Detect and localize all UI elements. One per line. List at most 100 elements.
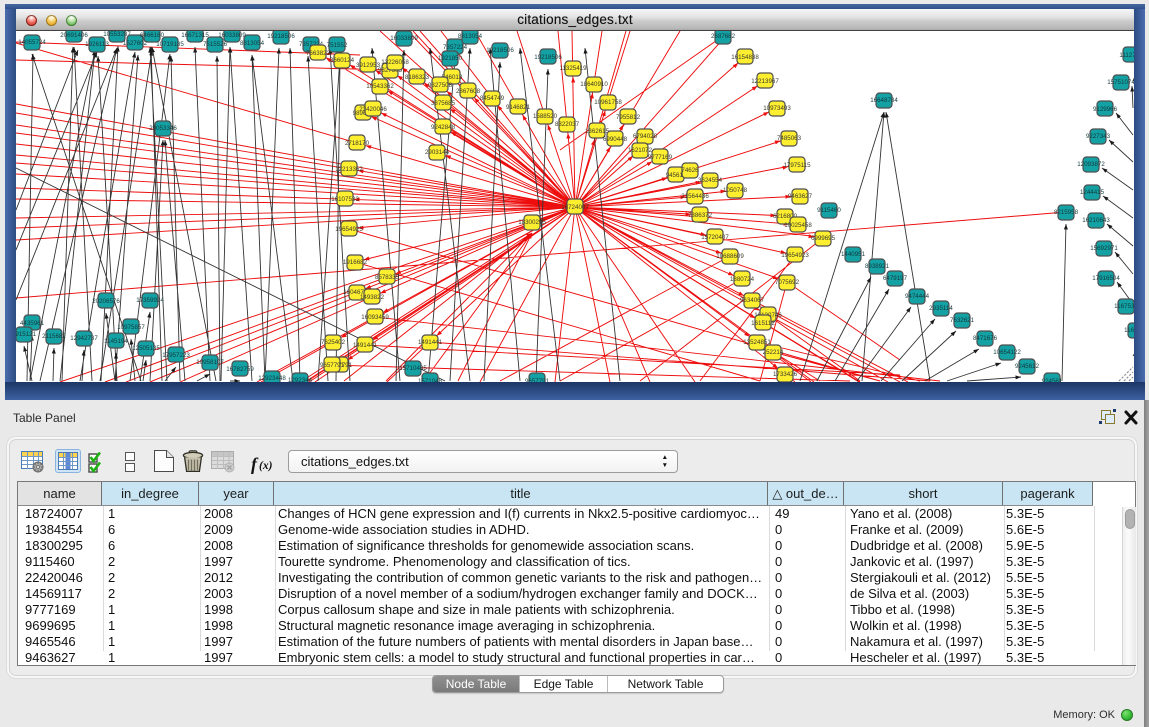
svg-text:8938921: 8938921 xyxy=(865,263,890,270)
svg-text:1733426: 1733426 xyxy=(773,371,798,378)
svg-text:2935114: 2935114 xyxy=(929,305,953,312)
svg-text:8813054: 8813054 xyxy=(240,40,265,47)
svg-text:23420046: 23420046 xyxy=(359,106,387,113)
svg-text:6794028: 6794028 xyxy=(633,133,658,140)
svg-text:3660124: 3660124 xyxy=(330,57,355,64)
svg-text:19218506: 19218506 xyxy=(486,47,514,54)
svg-text:1292344: 1292344 xyxy=(288,377,313,382)
svg-text:1615112: 1615112 xyxy=(751,320,775,327)
svg-text:9146821: 9146821 xyxy=(506,104,531,111)
svg-text:1880724: 1880724 xyxy=(730,276,755,283)
svg-text:12923448: 12923448 xyxy=(258,375,286,382)
svg-text:12505135: 12505135 xyxy=(132,345,160,352)
svg-text:1440951: 1440951 xyxy=(841,251,866,258)
svg-text:252214: 252214 xyxy=(763,349,784,356)
svg-text:20206576: 20206576 xyxy=(92,298,120,305)
svg-text:1527602: 1527602 xyxy=(123,40,148,47)
svg-text:15720407: 15720407 xyxy=(701,234,729,241)
svg-text:6990448: 6990448 xyxy=(603,136,628,143)
svg-text:19218506: 19218506 xyxy=(534,54,562,61)
svg-text:3875685: 3875685 xyxy=(431,100,456,107)
svg-text:19654923: 19654923 xyxy=(781,252,809,259)
svg-text:7632621: 7632621 xyxy=(950,317,975,324)
svg-text:17975115: 17975115 xyxy=(783,162,811,169)
svg-text:1588520: 1588520 xyxy=(533,113,558,120)
svg-text:10025458: 10025458 xyxy=(784,222,812,229)
svg-text:8322037: 8322037 xyxy=(555,121,580,128)
svg-text:18300295: 18300295 xyxy=(518,219,546,226)
svg-text:7663822: 7663822 xyxy=(306,50,331,57)
svg-text:7485063: 7485063 xyxy=(777,135,802,142)
svg-text:9129966: 9129966 xyxy=(1093,106,1118,113)
svg-text:10973493: 10973493 xyxy=(763,105,791,112)
svg-text:6479197: 6479197 xyxy=(883,275,908,282)
svg-text:12093872: 12093872 xyxy=(1077,161,1105,168)
svg-text:9227343: 9227343 xyxy=(1086,133,1111,140)
svg-text:1491441: 1491441 xyxy=(418,339,443,346)
svg-text:1491441: 1491441 xyxy=(353,342,378,349)
svg-text:14055724: 14055724 xyxy=(18,39,46,46)
svg-text:2903144: 2903144 xyxy=(425,149,450,156)
svg-text:15751074: 15751074 xyxy=(1107,79,1134,86)
svg-text:9115460: 9115460 xyxy=(817,207,841,214)
svg-text:2115682: 2115682 xyxy=(42,333,66,340)
svg-text:924561: 924561 xyxy=(1042,378,1063,382)
svg-text:16671315: 16671315 xyxy=(181,32,209,39)
svg-text:7357224: 7357224 xyxy=(443,44,468,51)
svg-text:16648784: 16648784 xyxy=(870,97,898,104)
svg-text:17916504: 17916504 xyxy=(1092,275,1120,282)
svg-text:13226058: 13226058 xyxy=(381,59,409,66)
svg-text:16210643: 16210643 xyxy=(1082,217,1110,224)
svg-text:f: f xyxy=(251,454,259,474)
svg-text:10958107: 10958107 xyxy=(196,359,224,366)
svg-text:9245612: 9245612 xyxy=(1015,363,1040,370)
svg-text:8578335: 8578335 xyxy=(375,274,400,281)
svg-text:16033809: 16033809 xyxy=(218,32,246,39)
svg-text:10543362: 10543362 xyxy=(366,83,394,90)
svg-text:6466160: 6466160 xyxy=(140,32,165,39)
svg-text:7386372: 7386372 xyxy=(688,212,713,219)
svg-text:29053346: 29053346 xyxy=(149,125,177,132)
svg-text:19654925: 19654925 xyxy=(335,226,363,233)
svg-text:16093459: 16093459 xyxy=(361,314,389,321)
svg-text:10961758: 10961758 xyxy=(594,99,622,106)
svg-text:19218506: 19218506 xyxy=(267,33,295,40)
svg-text:9657791: 9657791 xyxy=(525,378,550,382)
svg-text:1571048: 1571048 xyxy=(418,378,443,382)
svg-text:10688609: 10688609 xyxy=(716,253,744,260)
svg-text:1167534: 1167534 xyxy=(1114,303,1134,310)
svg-text:15710485: 15710485 xyxy=(399,365,427,372)
svg-text:16107533: 16107533 xyxy=(331,196,359,203)
svg-text:9657791: 9657791 xyxy=(320,362,345,369)
svg-text:3624554: 3624554 xyxy=(698,177,723,184)
svg-text:7515526: 7515526 xyxy=(203,41,228,48)
svg-text:9474444: 9474444 xyxy=(905,293,930,300)
svg-text:2687682: 2687682 xyxy=(711,33,736,40)
svg-text:16154838: 16154838 xyxy=(731,54,759,61)
svg-text:12213967: 12213967 xyxy=(751,78,779,85)
svg-text:2718170: 2718170 xyxy=(345,140,370,147)
svg-text:10654122: 10654122 xyxy=(993,349,1021,356)
svg-text:1145194: 1145194 xyxy=(104,338,128,345)
svg-text:10719185: 10719185 xyxy=(156,41,184,48)
svg-text:6999695: 6999695 xyxy=(811,235,836,242)
svg-text:12213362: 12213362 xyxy=(335,166,363,173)
svg-text:(x): (x) xyxy=(259,460,273,472)
svg-text:12942737: 12942737 xyxy=(70,335,98,342)
svg-text:1244415: 1244415 xyxy=(1080,189,1105,196)
svg-text:1493822: 1493822 xyxy=(360,294,385,301)
svg-text:9634067: 9634067 xyxy=(740,297,765,304)
svg-text:1926113: 1926113 xyxy=(85,41,109,48)
svg-text:7955812: 7955812 xyxy=(616,114,641,121)
svg-text:20691406: 20691406 xyxy=(60,32,88,39)
svg-text:9777169: 9777169 xyxy=(648,154,673,161)
svg-text:1362615: 1362615 xyxy=(585,128,610,135)
svg-text:8186323: 8186323 xyxy=(405,74,430,81)
svg-text:1916682: 1916682 xyxy=(343,259,368,266)
svg-text:17957223: 17957223 xyxy=(162,352,190,359)
svg-text:751552: 751552 xyxy=(327,42,348,49)
svg-text:15692971: 15692971 xyxy=(1090,245,1118,252)
svg-text:8813054: 8813054 xyxy=(458,33,483,40)
svg-text:3915121: 3915121 xyxy=(16,331,37,338)
svg-text:16033809: 16033809 xyxy=(390,35,418,42)
